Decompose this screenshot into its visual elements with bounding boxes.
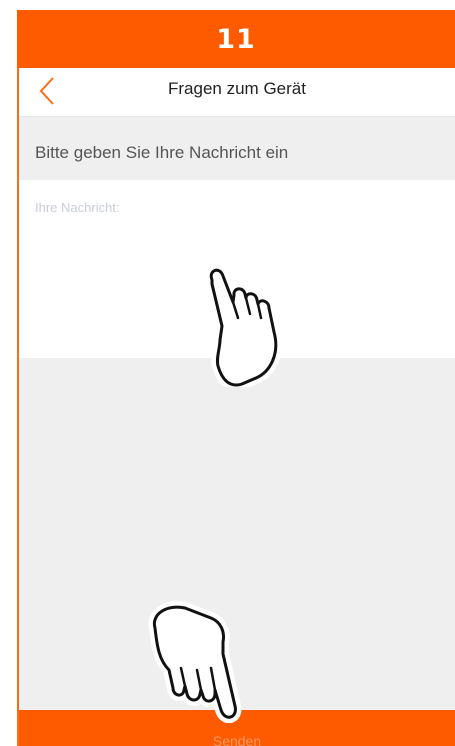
send-button-label: Senden xyxy=(212,733,262,746)
send-button[interactable]: Senden xyxy=(19,710,455,746)
message-area xyxy=(19,180,455,358)
navigation-bar: Fragen zum Gerät xyxy=(19,68,455,117)
message-input[interactable] xyxy=(19,180,455,358)
page-title: Fragen zum Gerät xyxy=(168,79,306,98)
instruction-text: Bitte geben Sie Ihre Nachricht ein xyxy=(35,143,289,162)
step-banner: 11 xyxy=(17,10,455,68)
step-number: 11 xyxy=(216,23,256,55)
instruction-section: Bitte geben Sie Ihre Nachricht ein xyxy=(19,117,455,180)
app-screen: Fragen zum Gerät Bitte geben Sie Ihre Na… xyxy=(17,68,455,746)
